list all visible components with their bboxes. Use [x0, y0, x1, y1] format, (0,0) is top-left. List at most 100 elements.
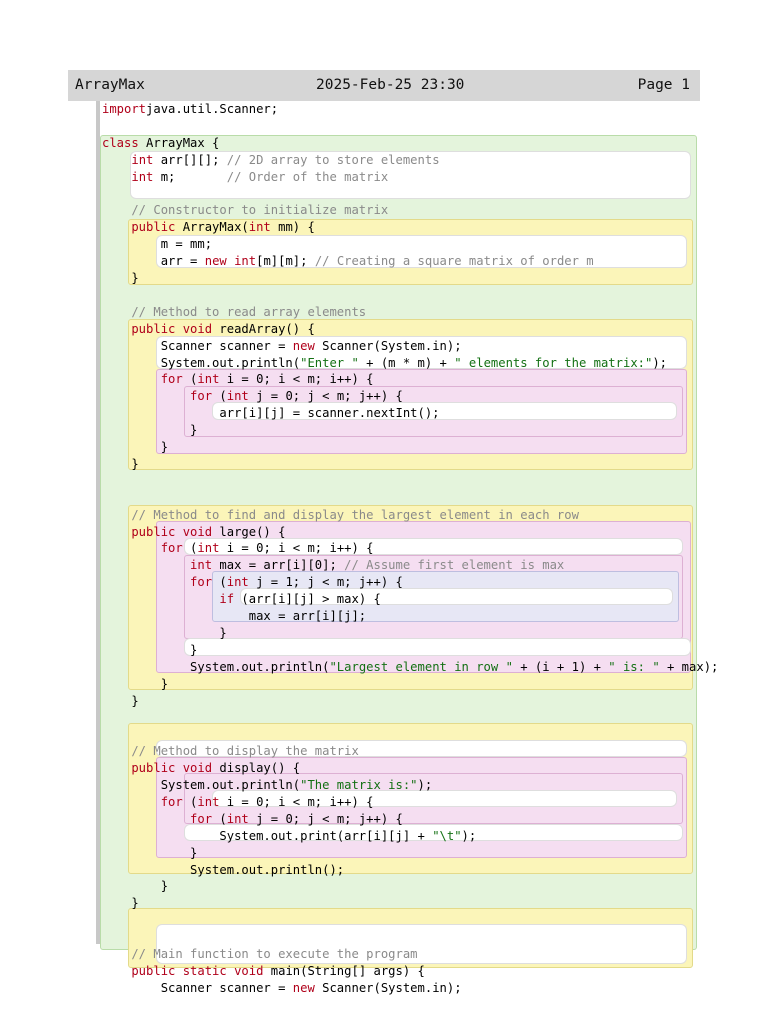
- code-token: for: [102, 811, 213, 826]
- code-line: // Main function to execute the program: [102, 946, 418, 963]
- code-token: j = 1; j < m; j++) {: [248, 575, 403, 590]
- code-line: // Constructor to initialize matrix: [102, 202, 388, 219]
- code-line: }: [102, 270, 138, 287]
- code-token: public: [102, 220, 176, 235]
- code-token: i = 0; i < m; i++) {: [219, 794, 374, 809]
- code-line: // Method to find and display the larges…: [102, 507, 579, 524]
- code-line: }: [102, 693, 138, 710]
- code-token: max = arr[i][0];: [212, 558, 345, 573]
- code-line: Scanner scanner = new Scanner(System.in)…: [102, 338, 462, 355]
- code-token: (: [182, 541, 198, 556]
- code-token: for: [102, 575, 213, 590]
- code-line: for (int i = 0; i < m; i++) {: [102, 540, 374, 557]
- code-token: (: [182, 794, 198, 809]
- code-token: }: [102, 879, 169, 894]
- code-token: j = 0; j < m; j++) {: [248, 811, 403, 826]
- code-token: class: [102, 135, 139, 150]
- code-token: Scanner scanner =: [102, 338, 293, 353]
- code-token: readArray() {: [212, 321, 315, 336]
- code-token: Scanner(System.in);: [314, 980, 462, 995]
- code-token: System.out.println(: [102, 355, 301, 370]
- code-token: }: [102, 676, 169, 691]
- code-line: m = mm;: [102, 236, 212, 253]
- code-token: m;: [153, 169, 227, 184]
- code-line: for (int j = 1; j < m; j++) {: [102, 574, 403, 591]
- code-line: System.out.println("Largest element in r…: [102, 659, 718, 676]
- code-line: importjava.util.Scanner;: [102, 101, 278, 118]
- code-token: public void: [102, 524, 213, 539]
- code-token: public static void: [102, 963, 264, 978]
- code-token: arr[][];: [153, 152, 227, 167]
- code-token: display() {: [212, 761, 301, 776]
- code-token: "\t": [432, 828, 462, 843]
- code-token: int: [102, 558, 213, 573]
- code-line: }: [102, 456, 139, 473]
- code-token: Scanner(System.in);: [314, 338, 462, 353]
- code-token: int: [226, 811, 249, 826]
- code-token: System.out.println(: [102, 778, 301, 792]
- code-token: for: [102, 541, 183, 556]
- code-line: }: [102, 676, 168, 693]
- code-line: public void large() {: [102, 524, 285, 541]
- code-line: for (int i = 0; i < m; i++) {: [102, 371, 374, 388]
- code-token: i = 0; i < m; i++) {: [219, 541, 374, 556]
- code-token: " is: ": [608, 659, 660, 674]
- code-line: for (int i = 0; i < m; i++) {: [102, 794, 374, 811]
- code-token: int: [248, 220, 271, 235]
- code-line: }: [102, 895, 139, 912]
- code-token: j = 0; j < m; j++) {: [248, 389, 403, 404]
- code-token: }: [102, 423, 198, 438]
- code-token: " elements for the matrix:": [454, 355, 653, 370]
- code-line: System.out.println();: [102, 862, 344, 879]
- code-token: int: [226, 254, 257, 269]
- code-token: import: [102, 102, 147, 116]
- code-token: [m][m];: [256, 254, 315, 269]
- code-token: new: [204, 254, 227, 269]
- code-line: max = arr[i][j];: [102, 608, 366, 625]
- code-line: System.out.println("The matrix is:");: [102, 777, 433, 794]
- code-token: int: [197, 541, 220, 556]
- code-token: int: [131, 169, 154, 184]
- code-token: m = mm;: [102, 237, 213, 252]
- code-token: + max);: [659, 659, 719, 674]
- code-token: System.out.println();: [102, 862, 345, 877]
- code-token: }: [102, 845, 198, 860]
- code-token: new: [292, 338, 315, 353]
- code-token: // Main function to execute the program: [102, 947, 418, 961]
- code-token: "Largest element in row ": [329, 659, 513, 674]
- code-token: for: [102, 794, 183, 809]
- code-line: public void readArray() {: [102, 321, 315, 338]
- code-token: // Method to read array elements: [102, 304, 367, 319]
- code-line: Scanner scanner = new Scanner(System.in)…: [102, 980, 462, 997]
- code-token: mm) {: [270, 220, 315, 235]
- code-line: System.out.print(arr[i][j] + "\t");: [102, 828, 476, 845]
- code-line: public ArrayMax(int mm) {: [102, 219, 315, 236]
- code-listing: importjava.util.Scanner; class ArrayMax {…: [0, 0, 768, 1024]
- code-line: public void display() {: [102, 760, 300, 777]
- code-token: }: [102, 642, 198, 657]
- code-token: );: [461, 828, 477, 843]
- code-token: public void: [102, 761, 213, 776]
- code-token: }: [102, 896, 139, 911]
- code-token: }: [102, 456, 139, 471]
- code-token: + (m * m) +: [358, 355, 455, 370]
- code-line: }: [102, 439, 168, 456]
- code-token: (: [212, 811, 227, 826]
- code-token: for: [102, 389, 213, 404]
- code-token: System.out.println(: [102, 659, 330, 674]
- code-token: ArrayMax(: [175, 220, 249, 235]
- code-line: }: [102, 845, 197, 862]
- code-line: // Method to display the matrix: [102, 743, 358, 760]
- large-println-block: [184, 638, 691, 656]
- code-token: int: [131, 152, 154, 167]
- code-token: (: [182, 372, 198, 387]
- code-token: if: [102, 592, 235, 607]
- code-token: + (i + 1) +: [512, 659, 609, 674]
- code-token: "The matrix is:": [300, 778, 418, 792]
- code-token: ArrayMax {: [138, 135, 220, 150]
- code-token: java.util.Scanner;: [146, 102, 279, 116]
- code-token: public void: [102, 321, 213, 336]
- code-token: (arr[i][j] > max) {: [234, 592, 381, 607]
- code-line: class ArrayMax {: [102, 135, 219, 152]
- code-token: int: [197, 372, 220, 387]
